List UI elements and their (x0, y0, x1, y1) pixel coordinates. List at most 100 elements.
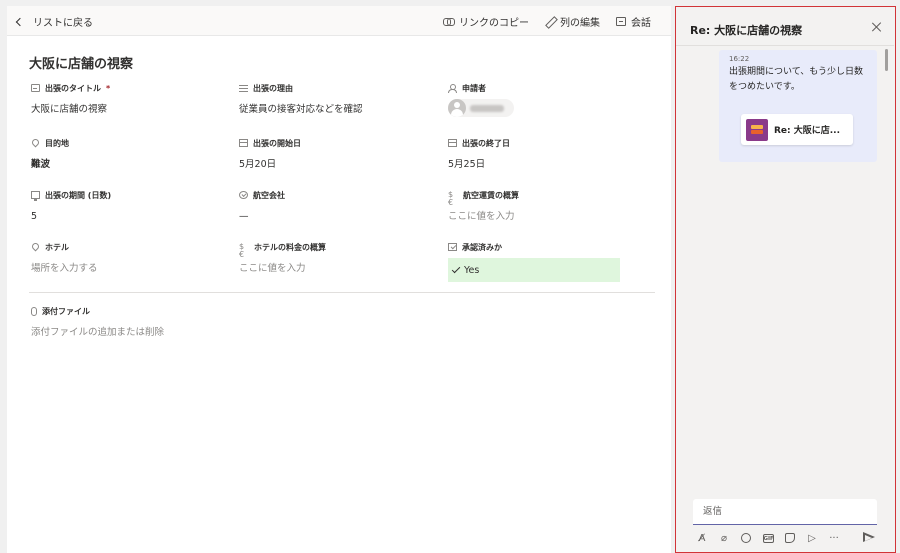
gif-icon: GIF (762, 533, 774, 543)
copy-link-label: リンクのコピー (459, 18, 529, 29)
field-approved[interactable]: 承認済みか Yes (448, 241, 638, 282)
field-label: 出張の開始日 (253, 138, 301, 148)
chat-icon (616, 17, 626, 26)
sticker-button[interactable] (781, 531, 799, 545)
field-value: 難波 (31, 159, 51, 170)
stream-icon[interactable]: ▷ (803, 531, 821, 545)
lists-app-icon (746, 118, 768, 141)
message-text: 出張期間について、もう少し日数をつめたいです。 (729, 67, 864, 92)
pencil-icon (545, 17, 555, 27)
command-bar: リストに戻る リンクのコピー 列の編集 会話 (7, 6, 671, 36)
section-divider (29, 292, 655, 293)
conversation-title: Re: 大阪に店舗の視察 (690, 24, 803, 37)
add-remove-attachments-link[interactable]: 添付ファイルの追加または削除 (31, 326, 331, 340)
field-start-date[interactable]: 出張の開始日 5月20日 (239, 137, 429, 172)
approved-value-box: Yes (448, 258, 620, 282)
form-title: 大阪に店舗の視察 (29, 57, 134, 72)
field-label: 出張のタイトル (45, 83, 101, 93)
field-label: ホテルの料金の概算 (254, 242, 326, 252)
conversation-button[interactable]: 会話 (616, 14, 651, 29)
conversation-panel: Re: 大阪に店舗の視察 16:22 出張期間について、もう少し日数をつめたいで… (675, 6, 896, 553)
field-value: 大阪に店舗の視察 (31, 104, 108, 115)
person-icon (448, 84, 457, 93)
message-card[interactable]: Re: 大阪に店... (741, 114, 853, 145)
field-value: 場所を入力する (31, 263, 98, 274)
blurred-name (470, 104, 504, 112)
field-label: 航空会社 (253, 190, 285, 200)
number-icon (31, 191, 40, 201)
check-icon (451, 264, 461, 273)
list-item-form: リストに戻る リンクのコピー 列の編集 会話 大阪に店舗の視察 出張のタイトル … (7, 6, 671, 553)
format-icon[interactable]: A̸ (693, 531, 711, 545)
back-to-list-label: リストに戻る (33, 18, 93, 29)
message-timestamp: 16:22 (729, 55, 750, 63)
field-label: 申請者 (462, 83, 486, 93)
field-value: 5 (31, 211, 38, 222)
field-requester[interactable]: 申請者 (448, 82, 638, 121)
compose-toolbar: A̸ ⌀ GIF ▷ ··· (693, 530, 877, 546)
field-trip-title[interactable]: 出張のタイトル * 大阪に店舗の視察 (31, 82, 221, 117)
field-duration[interactable]: 出張の期間 (日数) 5 (31, 189, 221, 224)
field-label: 承認済みか (462, 242, 502, 252)
currency-icon: $€ (239, 242, 245, 259)
field-label: 航空運賃の概算 (463, 190, 519, 200)
field-label: 目的地 (45, 138, 69, 148)
copy-link-button[interactable]: リンクのコピー (443, 14, 529, 29)
attach-icon[interactable]: ⌀ (715, 531, 733, 545)
currency-icon: $€ (448, 190, 454, 207)
pin-icon (31, 243, 40, 251)
field-label: 出張の理由 (253, 83, 293, 93)
conversation-label: 会話 (631, 18, 651, 29)
field-airfare[interactable]: $€ 航空運賃の概算 ここに値を入力 (448, 189, 638, 224)
card-label: Re: 大阪に店... (774, 126, 841, 136)
emoji-button[interactable] (737, 531, 755, 545)
app-window: リストに戻る リンクのコピー 列の編集 会話 大阪に店舗の視察 出張のタイトル … (0, 0, 900, 553)
chevron-left-icon (15, 17, 25, 26)
edit-columns-button[interactable]: 列の編集 (545, 14, 600, 29)
text-icon (31, 84, 40, 92)
field-end-date[interactable]: 出張の終了日 5月25日 (448, 137, 638, 172)
paperclip-icon (31, 306, 37, 316)
pin-icon (31, 139, 40, 147)
field-value: 従業員の接客対応などを確認 (239, 104, 363, 115)
field-attachments[interactable]: 添付ファイル 添付ファイルの追加または削除 (31, 305, 331, 340)
chat-message: 16:22 出張期間について、もう少し日数をつめたいです。 Re: 大阪に店..… (719, 50, 877, 162)
field-label: ホテル (45, 242, 69, 252)
calendar-icon (448, 139, 457, 147)
calendar-icon (239, 139, 248, 147)
field-hotel[interactable]: ホテル 場所を入力する (31, 241, 221, 276)
field-value: Yes (464, 264, 480, 276)
field-destination[interactable]: 目的地 難波 (31, 137, 221, 172)
edit-columns-label: 列の編集 (560, 18, 600, 29)
reply-box (693, 499, 877, 525)
choice-icon (239, 191, 248, 199)
field-value: 5月20日 (239, 159, 277, 170)
field-label: 添付ファイル (42, 306, 90, 316)
conversation-header: Re: 大阪に店舗の視察 (676, 7, 894, 45)
header-divider (676, 45, 894, 46)
emoji-icon (741, 533, 751, 543)
send-icon[interactable] (863, 532, 875, 543)
reply-input[interactable] (693, 499, 877, 524)
avatar (448, 99, 466, 117)
field-value: 5月25日 (448, 159, 486, 170)
requester-persona[interactable] (448, 99, 514, 117)
more-options-icon[interactable]: ··· (825, 531, 843, 545)
required-marker: * (106, 83, 111, 93)
field-value: — (239, 211, 249, 222)
field-label: 出張の期間 (日数) (45, 190, 112, 200)
checkbox-icon (448, 243, 457, 251)
field-label: 出張の終了日 (462, 138, 510, 148)
gif-button[interactable]: GIF (759, 531, 777, 545)
sticker-icon (785, 533, 795, 543)
field-hotel-cost[interactable]: $€ ホテルの料金の概算 ここに値を入力 (239, 241, 429, 276)
lines-icon (239, 84, 248, 92)
field-value: ここに値を入力 (448, 211, 515, 222)
link-icon (443, 18, 455, 26)
close-icon[interactable] (872, 22, 882, 32)
scrollbar[interactable] (885, 49, 888, 71)
field-value: ここに値を入力 (239, 263, 306, 274)
back-to-list-button[interactable]: リストに戻る (15, 14, 93, 29)
field-airline[interactable]: 航空会社 — (239, 189, 429, 224)
field-reason[interactable]: 出張の理由 従業員の接客対応などを確認 (239, 82, 429, 117)
